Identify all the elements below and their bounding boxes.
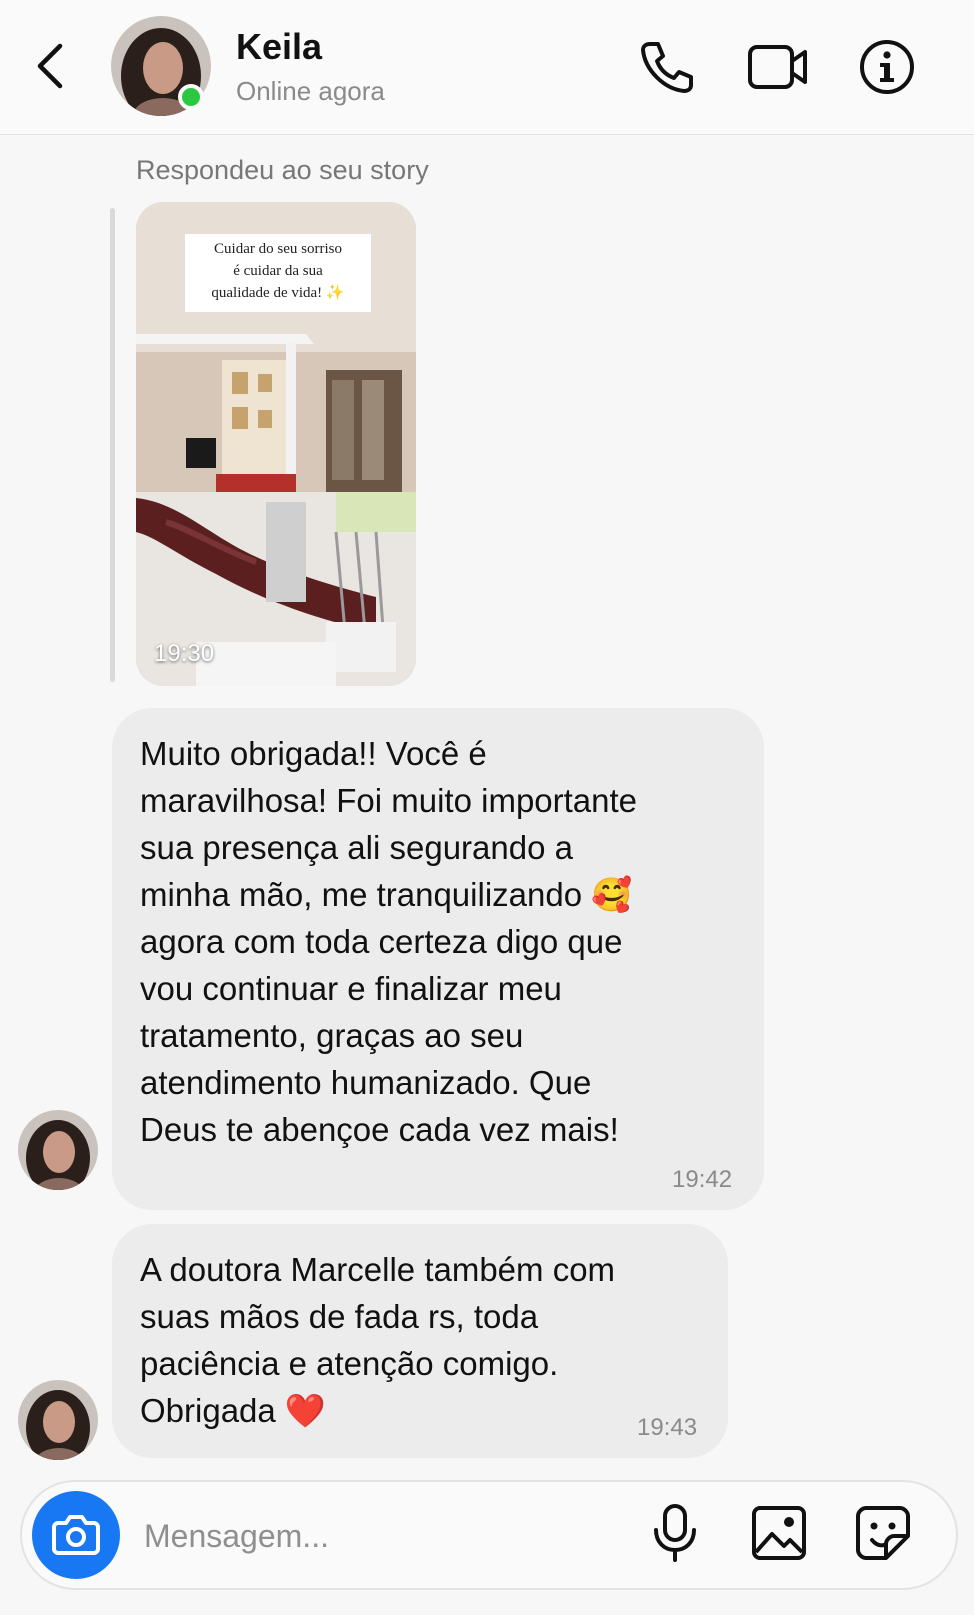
- message-line: sua presença ali segurando a: [140, 829, 573, 866]
- story-caption: Cuidar do seu sorriso é cuidar da sua qu…: [185, 234, 371, 312]
- story-reply-label: Respondeu ao seu story: [136, 155, 429, 185]
- video-camera-icon[interactable]: [746, 36, 810, 98]
- back-chevron-icon[interactable]: [30, 38, 74, 94]
- sender-avatar[interactable]: [18, 1110, 98, 1190]
- story-timestamp: 19:30: [154, 640, 215, 667]
- story-caption-line: Cuidar do seu sorriso: [214, 241, 342, 257]
- story-caption-line: qualidade de vida! ✨: [211, 285, 345, 301]
- message-line: paciência e atenção comigo.: [140, 1345, 559, 1382]
- info-icon[interactable]: [856, 36, 918, 98]
- message-line: agora com toda certeza digo que: [140, 923, 623, 960]
- message-line: Deus te abençoe cada vez mais!: [140, 1111, 619, 1148]
- message-line: maravilhosa! Foi muito importante: [140, 782, 638, 819]
- image-gallery-icon[interactable]: [746, 1500, 812, 1566]
- message-line: atendimento humanizado. Que: [140, 1064, 592, 1101]
- message-text: Muito obrigada!! Você é maravilhosa! Foi…: [140, 730, 637, 1153]
- camera-icon: [52, 1515, 100, 1555]
- online-status-dot: [178, 84, 204, 110]
- message-input[interactable]: [142, 1510, 626, 1562]
- message-line: vou continuar e finalizar meu: [140, 970, 562, 1007]
- story-preview[interactable]: Cuidar do seu sorriso é cuidar da sua qu…: [136, 202, 416, 686]
- contact-name[interactable]: Keila: [236, 26, 322, 68]
- reply-indicator-bar: [110, 208, 115, 682]
- contact-status: Online agora: [236, 76, 385, 106]
- message-line: Muito obrigada!! Você é: [140, 735, 487, 772]
- chat-header: Keila Online agora: [0, 0, 974, 135]
- message-line: suas mãos de fada rs, toda: [140, 1298, 539, 1335]
- microphone-icon[interactable]: [642, 1500, 708, 1566]
- message-line: tratamento, graças ao seu: [140, 1017, 524, 1054]
- sender-avatar[interactable]: [18, 1380, 98, 1460]
- story-caption-line: é cuidar da sua: [233, 263, 323, 279]
- message-line: minha mão, me tranquilizando 🥰: [140, 876, 633, 913]
- message-text: A doutora Marcelle também com suas mãos …: [140, 1246, 615, 1434]
- phone-icon[interactable]: [636, 36, 698, 98]
- message-timestamp: 19:43: [637, 1414, 698, 1441]
- sticker-icon[interactable]: [850, 1500, 916, 1566]
- message-line: A doutora Marcelle também com: [140, 1251, 616, 1288]
- message-line: Obrigada ❤️: [140, 1392, 327, 1429]
- camera-button[interactable]: [32, 1491, 120, 1579]
- message-timestamp: 19:42: [672, 1166, 733, 1193]
